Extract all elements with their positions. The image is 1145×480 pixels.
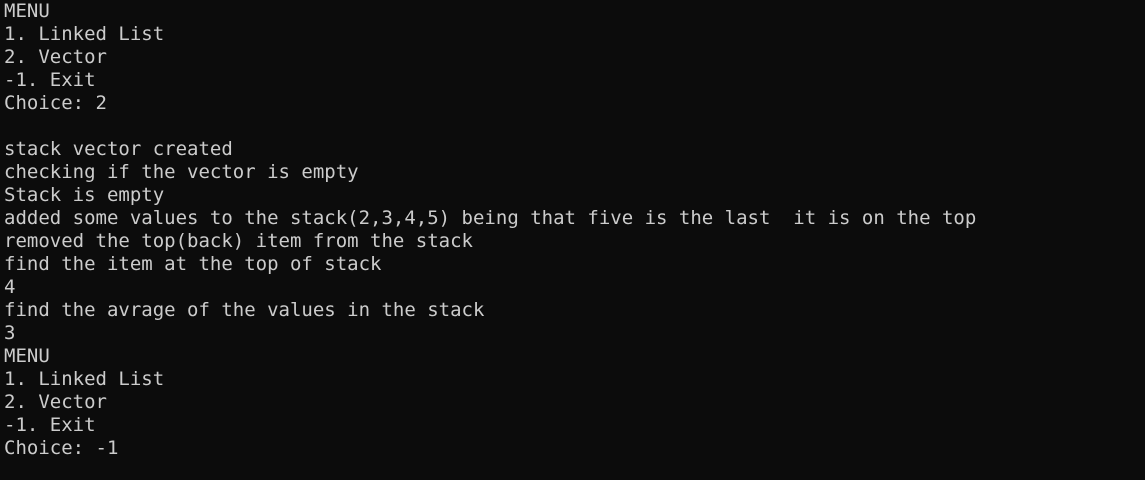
output-value: 3 xyxy=(4,322,16,344)
menu-heading: MENU xyxy=(4,345,50,367)
output-line: added some values to the stack(2,3,4,5) … xyxy=(4,207,977,229)
output-line: removed the top(back) item from the stac… xyxy=(4,230,473,252)
menu-heading: MENU xyxy=(4,0,50,22)
menu-option-linked-list: 1. Linked List xyxy=(4,368,165,390)
menu-option-vector: 2. Vector xyxy=(4,391,107,413)
output-line: Stack is empty xyxy=(4,184,165,206)
menu-option-linked-list: 1. Linked List xyxy=(4,23,165,45)
terminal-window[interactable]: MENU 1. Linked List 2. Vector -1. Exit C… xyxy=(0,0,1145,480)
menu-option-exit: -1. Exit xyxy=(4,414,96,436)
output-line: find the avrage of the values in the sta… xyxy=(4,299,485,321)
output-value: 4 xyxy=(4,276,16,298)
choice-prompt: Choice: -1 xyxy=(4,437,119,459)
menu-option-vector: 2. Vector xyxy=(4,46,107,68)
output-line: find the item at the top of stack xyxy=(4,253,382,275)
menu-option-exit: -1. Exit xyxy=(4,69,96,91)
output-line: checking if the vector is empty xyxy=(4,161,359,183)
choice-prompt: Choice: 2 xyxy=(4,92,107,114)
output-line: stack vector created xyxy=(4,138,233,160)
